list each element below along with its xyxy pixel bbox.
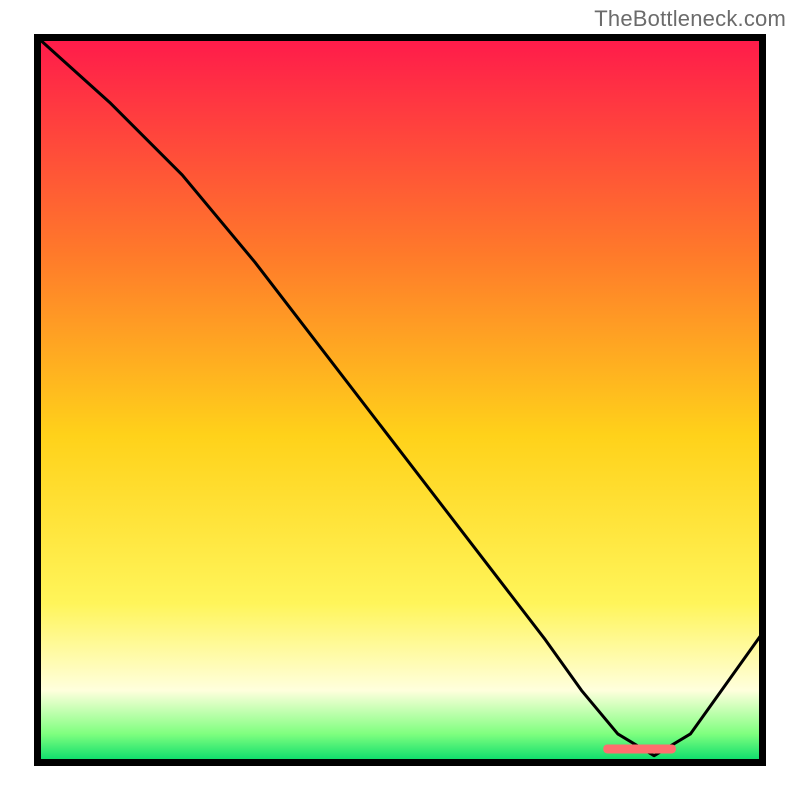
plot-svg bbox=[34, 34, 766, 766]
chart-stage: TheBottleneck.com bbox=[0, 0, 800, 800]
watermark-text: TheBottleneck.com bbox=[594, 6, 786, 32]
bottleneck-plot bbox=[34, 34, 766, 766]
optimal-range-bar bbox=[603, 744, 676, 753]
gradient-background bbox=[37, 37, 763, 763]
